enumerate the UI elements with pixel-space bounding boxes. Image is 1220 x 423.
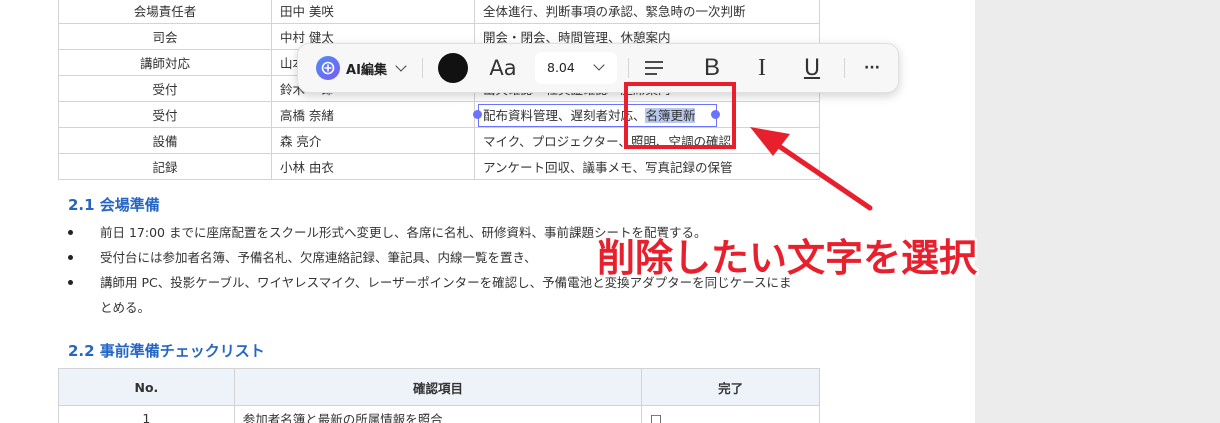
arrow-annotation-icon: [750, 127, 873, 211]
annotation-callout: 削除したい文字を選択: [597, 236, 978, 280]
